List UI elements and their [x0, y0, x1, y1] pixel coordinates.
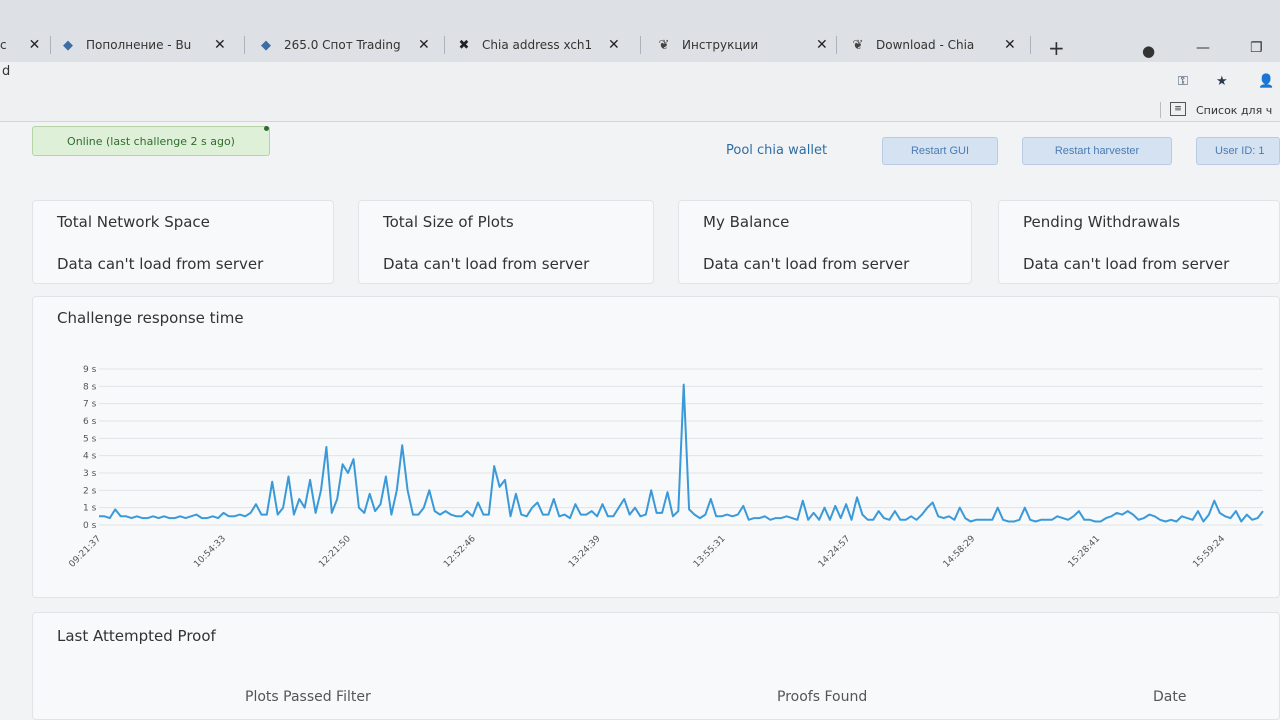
status-dot-icon	[264, 126, 269, 131]
challenge-response-chart: 0 s 1 s 2 s 3 s 4 s 5 s 6 s 7 s 8 s 9 s 09:21:37 10…	[67, 365, 1264, 570]
diamond-icon: ◆	[63, 37, 73, 53]
card-value: Data can't load from server	[383, 255, 590, 273]
tab-1[interactable]: ◆ 265.0 Спот Trading ✕	[258, 30, 430, 60]
card-title: Total Network Space	[57, 213, 210, 231]
leaf-icon: ❦	[658, 37, 670, 53]
y-tick-label: 1 s	[83, 504, 97, 514]
dashboard-page: Online (last challenge 2 s ago) Pool chi…	[0, 122, 1280, 720]
restart-harvester-button[interactable]: Restart harvester	[1022, 137, 1172, 165]
column-date: Date	[1153, 689, 1187, 705]
star-icon[interactable]: ★	[1216, 74, 1228, 89]
x-tick-label: 14:58:29	[942, 534, 978, 570]
diamond-icon: ◆	[261, 37, 271, 53]
y-tick-label: 9 s	[83, 365, 97, 375]
card-value: Data can't load from server	[703, 255, 910, 273]
y-tick-label: 3 s	[83, 469, 97, 479]
address-bar[interactable]: d ⚿ ★ 👤	[0, 62, 1280, 98]
y-tick-label: 2 s	[83, 486, 97, 496]
x-tick-label: 13:24:39	[567, 534, 603, 570]
maximize-icon[interactable]: ❐	[1250, 40, 1263, 56]
challenge-chart-card: Challenge response time 0 s1 s2 s3 s4 s5…	[32, 296, 1280, 598]
pool-chia-wallet-link[interactable]: Pool chia wallet	[726, 143, 827, 158]
x-tick-label: 13:55:31	[692, 534, 728, 570]
x-tick-label: 15:28:41	[1067, 534, 1103, 570]
card-value: Data can't load from server	[57, 255, 264, 273]
card-pending-withdrawals: Pending Withdrawals Data can't load from…	[998, 200, 1280, 284]
user-id-button[interactable]: User ID: 1	[1196, 137, 1280, 165]
x-tick-label: 09:21:37	[67, 534, 103, 570]
column-proofs-found: Proofs Found	[777, 689, 868, 705]
minimize-icon[interactable]: —	[1196, 40, 1210, 56]
restart-gui-button[interactable]: Restart GUI	[882, 137, 998, 165]
key-icon[interactable]: ⚿	[1178, 74, 1188, 89]
tab-3[interactable]: ❦ Инструкции ✕	[656, 30, 828, 60]
status-badge: Online (last challenge 2 s ago)	[32, 126, 270, 156]
reading-list-icon[interactable]: ≡	[1170, 102, 1186, 116]
tab-0[interactable]: ◆ Пополнение - Bu ✕	[60, 30, 226, 60]
x-logo-icon: ✖	[458, 37, 470, 53]
close-tab-icon[interactable]: ✕	[418, 37, 430, 53]
close-tab-icon[interactable]: ✕	[29, 37, 41, 53]
x-tick-label: 10:54:33	[192, 534, 228, 570]
x-tick-label: 15:59:24	[1191, 534, 1227, 570]
tab-partial[interactable]: с ✕	[0, 30, 40, 60]
close-tab-icon[interactable]: ✕	[816, 37, 828, 53]
card-title: My Balance	[703, 213, 790, 231]
close-tab-icon[interactable]: ✕	[608, 37, 620, 53]
card-title: Total Size of Plots	[383, 213, 514, 231]
y-tick-label: 4 s	[83, 452, 97, 462]
series-line	[99, 383, 1264, 523]
proof-title: Last Attempted Proof	[57, 627, 216, 645]
profile-icon[interactable]: ●	[1142, 42, 1155, 60]
y-tick-label: 6 s	[83, 417, 97, 427]
x-tick-label: 12:21:50	[317, 534, 353, 570]
card-network-space: Total Network Space Data can't load from…	[32, 200, 334, 284]
y-tick-label: 8 s	[83, 382, 97, 392]
card-value: Data can't load from server	[1023, 255, 1230, 273]
tab-4[interactable]: ❦ Download - Chia ✕	[850, 30, 1016, 60]
y-tick-label: 0 s	[83, 521, 97, 531]
card-title: Pending Withdrawals	[1023, 213, 1181, 231]
card-my-balance: My Balance Data can't load from server	[678, 200, 972, 284]
reading-list-label[interactable]: Список для ч	[1196, 104, 1272, 117]
leaf-icon: ❦	[852, 37, 864, 53]
last-proof-card: Last Attempted Proof Plots Passed Filter…	[32, 612, 1280, 720]
y-tick-label: 7 s	[83, 400, 97, 410]
y-tick-label: 5 s	[83, 434, 97, 444]
x-tick-label: 12:52:46	[442, 534, 478, 570]
column-plots-passed: Plots Passed Filter	[245, 689, 371, 705]
close-tab-icon[interactable]: ✕	[214, 37, 226, 53]
bookmarks-bar: ≡ Список для ч	[0, 98, 1280, 122]
card-plots-size: Total Size of Plots Data can't load from…	[358, 200, 654, 284]
browser-tab-strip: с ✕ ◆ Пополнение - Bu ✕ ◆ 265.0 Спот Tra…	[0, 0, 1280, 62]
tab-2[interactable]: ✖ Chia address xch1 ✕	[456, 30, 620, 60]
close-tab-icon[interactable]: ✕	[1004, 37, 1016, 53]
new-tab-icon[interactable]: +	[1048, 36, 1065, 60]
x-tick-label: 14:24:57	[817, 534, 853, 570]
account-icon[interactable]: 👤	[1258, 74, 1274, 89]
